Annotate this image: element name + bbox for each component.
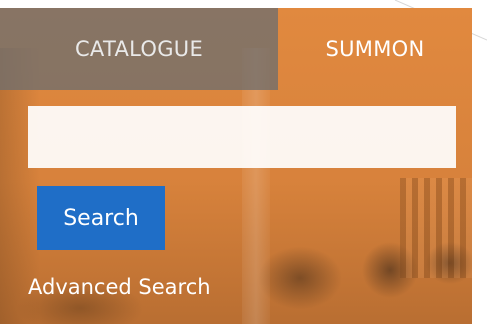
- search-tabs: CATALOGUE SUMMON: [0, 8, 472, 90]
- background-bookshelves: [400, 178, 472, 278]
- advanced-search-link[interactable]: Advanced Search: [28, 275, 211, 299]
- tab-summon-label: SUMMON: [325, 37, 425, 61]
- search-input[interactable]: [28, 106, 456, 168]
- search-button[interactable]: Search: [37, 186, 165, 250]
- tab-catalogue[interactable]: CATALOGUE: [0, 8, 278, 90]
- search-widget: CATALOGUE SUMMON Search Advanced Search: [0, 8, 472, 324]
- tab-catalogue-label: CATALOGUE: [74, 37, 204, 61]
- tab-summon[interactable]: SUMMON: [278, 8, 472, 90]
